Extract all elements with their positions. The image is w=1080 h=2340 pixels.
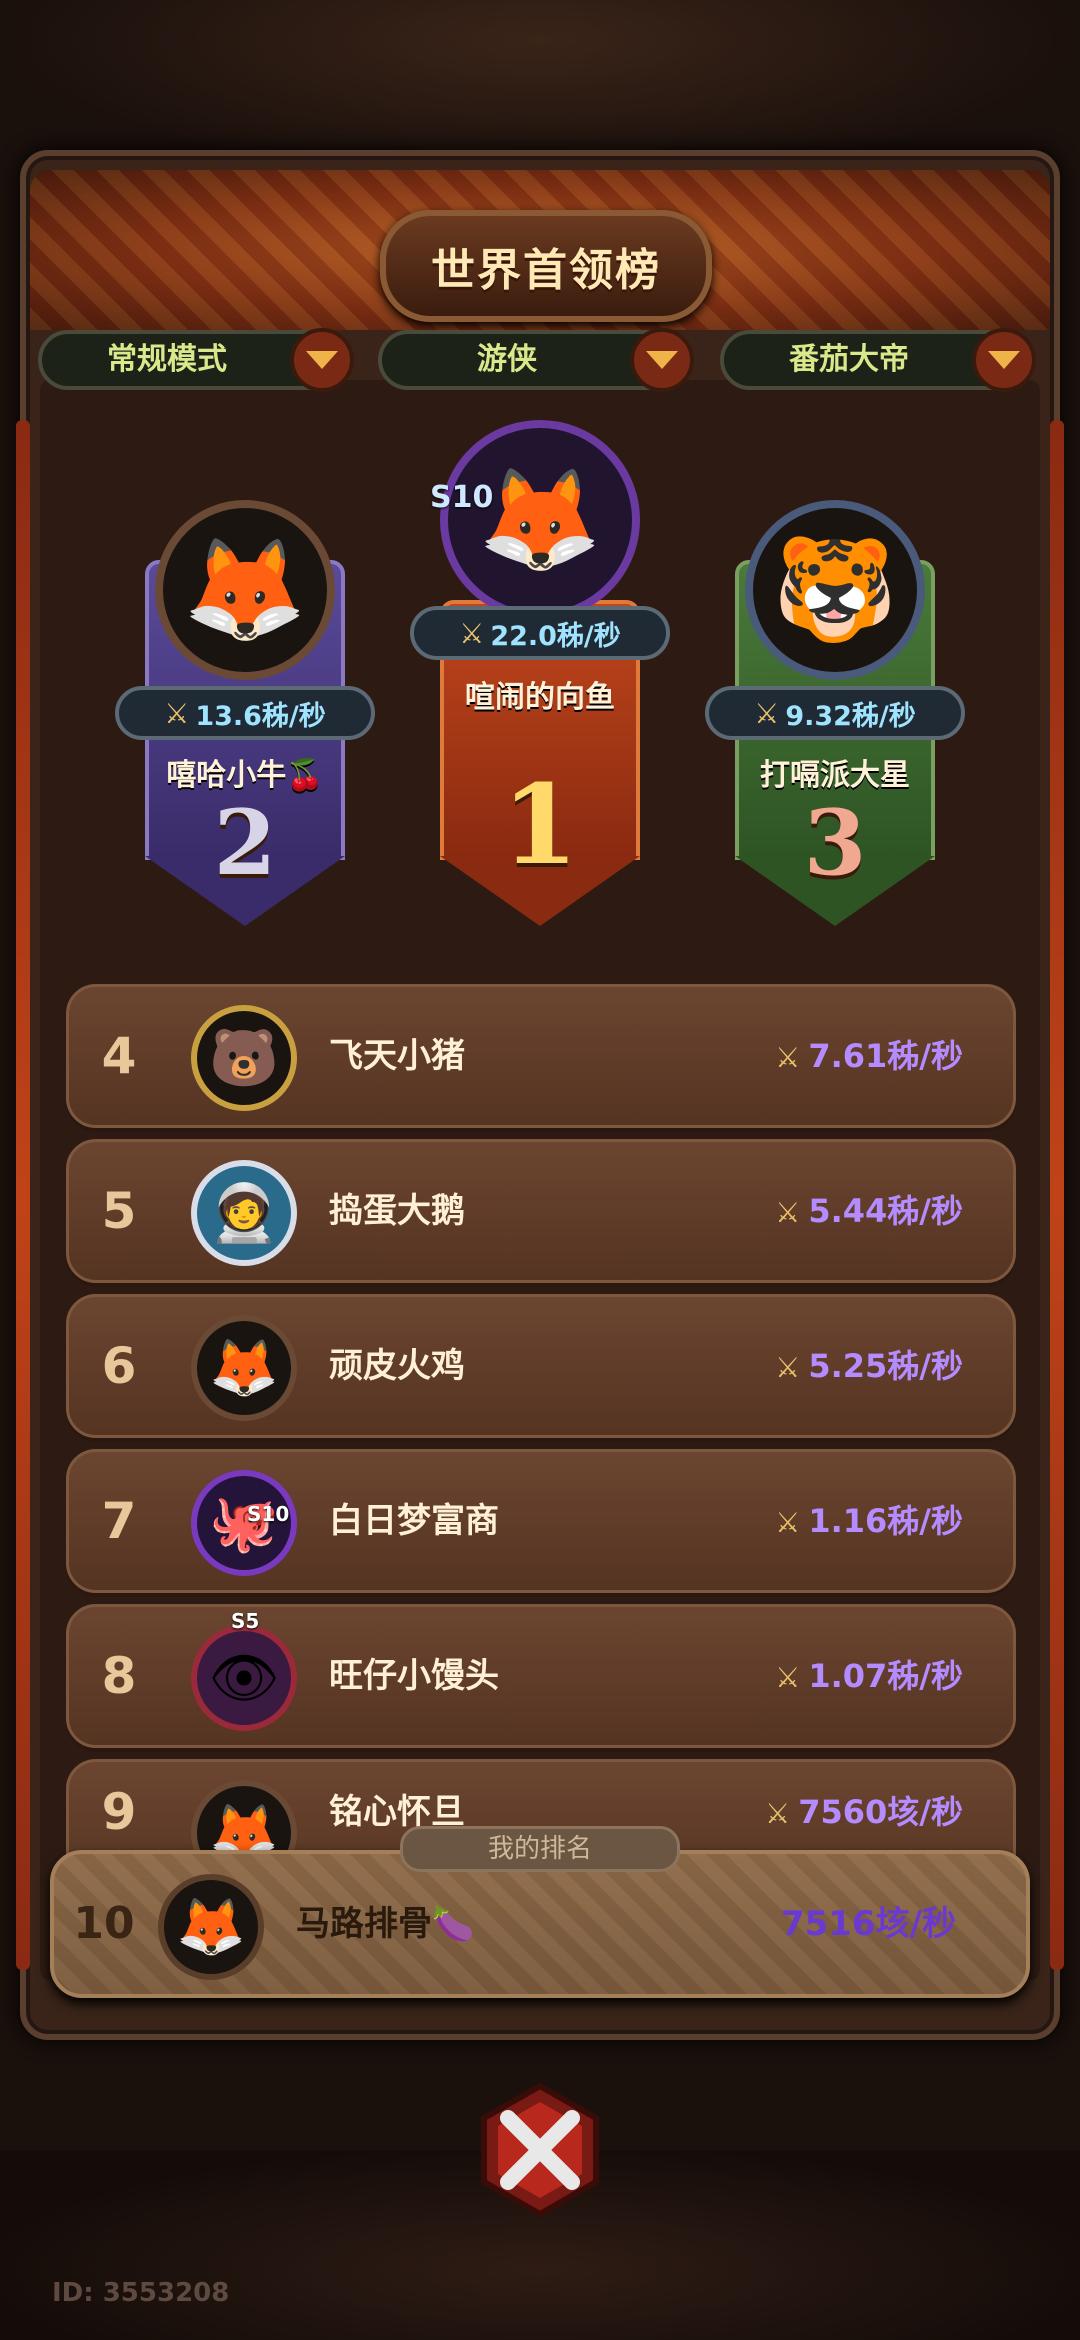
close-button[interactable] (470, 2080, 610, 2220)
row-name: 旺仔小馒头 (329, 1656, 499, 1696)
class-filter-label: 游侠 (477, 342, 537, 377)
row-score: 7.61秭/秒 (808, 1037, 963, 1075)
podium-name: 打嗝派大星 (760, 758, 910, 793)
bear-avatar-icon: 🐻 (209, 1026, 279, 1091)
row-rank: 5 (101, 1182, 137, 1240)
season-badge: S10 (430, 480, 494, 515)
podium-rank: 2 (213, 790, 277, 896)
season-badge: S5 (231, 1609, 260, 1633)
mode-filter-label: 常规模式 (107, 342, 227, 377)
swords-icon: ⚔ (775, 1661, 801, 1694)
row-name: 顽皮火鸡 (329, 1346, 465, 1386)
boss-filter-label: 番茄大帝 (789, 342, 909, 377)
page-title: 世界首领榜 (431, 245, 661, 296)
row-name: 飞天小猪 (329, 1036, 465, 1076)
podium-rank: 1 (501, 760, 579, 889)
user-id: ID: 3553208 (52, 2278, 230, 2308)
my-name: 马路排骨🍆 (296, 1904, 475, 1944)
row-score-wrap: ⚔ 5.25秭/秒 (775, 1297, 963, 1437)
score-pill: ⚔ 22.0秭/秒 (410, 606, 670, 660)
swords-icon: ⚔ (775, 1041, 801, 1074)
my-rank-row[interactable]: 10 🦊 马路排骨🍆 7516垓/秒 (50, 1850, 1030, 1998)
chevron-down-icon[interactable] (290, 328, 354, 392)
table-row[interactable]: 5 🧑‍🚀 捣蛋大鹅 ⚔ 5.44秭/秒 (66, 1139, 1016, 1283)
swords-icon: ⚔ (459, 616, 485, 650)
season-badge: S10 (247, 1502, 290, 1526)
row-score: 1.16秭/秒 (808, 1502, 963, 1540)
table-row[interactable]: 6 🦊 顽皮火鸡 ⚔ 5.25秭/秒 (66, 1294, 1016, 1438)
table-row[interactable]: 8 👁 S5 旺仔小馒头 ⚔ 1.07秭/秒 (66, 1604, 1016, 1748)
row-rank: 4 (101, 1027, 137, 1085)
row-score-wrap: ⚔ 7560垓/秒 (765, 1762, 963, 1864)
astronaut-avatar-icon: 🧑‍🚀 (209, 1181, 279, 1246)
mode-filter[interactable]: 常规模式 (38, 328, 354, 392)
left-rail (16, 420, 30, 1970)
my-rank: 10 (73, 1898, 135, 1949)
table-row[interactable]: 7 🐙 S10 白日梦富商 ⚔ 1.16秭/秒 (66, 1449, 1016, 1593)
avatar: 🦊 (155, 500, 335, 680)
avatar: 👁 (191, 1625, 297, 1731)
podium-name: 嘻哈小牛🍒 (166, 758, 324, 793)
row-score: 7560垓/秒 (798, 1793, 963, 1831)
swords-icon: ⚔ (164, 696, 190, 730)
swords-icon: ⚔ (765, 1797, 791, 1830)
score-pill: ⚔ 13.6秭/秒 (115, 686, 375, 740)
row-name: 白日梦富商 (329, 1501, 499, 1541)
swords-icon: ⚔ (775, 1506, 801, 1539)
podium-rank: 3 (803, 790, 867, 896)
fox-avatar-icon: 🦊 (477, 461, 603, 578)
row-score: 5.25秭/秒 (808, 1347, 963, 1385)
podium-name: 喧闹的向鱼 (465, 680, 615, 715)
swords-icon: ⚔ (754, 696, 780, 730)
row-score-wrap: ⚔ 1.07秭/秒 (775, 1607, 963, 1747)
boss-filter[interactable]: 番茄大帝 (720, 328, 1036, 392)
fox-avatar-icon: 🦊 (209, 1336, 279, 1401)
row-rank: 8 (101, 1647, 137, 1705)
row-rank: 6 (101, 1337, 137, 1395)
podium-score: 13.6秭/秒 (195, 700, 326, 732)
avatar: 🧑‍🚀 (191, 1160, 297, 1266)
table-row[interactable]: 4 🐻 飞天小猪 ⚔ 7.61秭/秒 (66, 984, 1016, 1128)
row-rank: 7 (101, 1492, 137, 1550)
swords-icon: ⚔ (775, 1196, 801, 1229)
chevron-down-icon[interactable] (972, 328, 1036, 392)
row-name: 捣蛋大鹅 (329, 1191, 465, 1231)
right-rail (1050, 420, 1064, 1970)
row-score-wrap: ⚔ 5.44秭/秒 (775, 1142, 963, 1282)
row-score: 1.07秭/秒 (808, 1657, 963, 1695)
close-icon (481, 2082, 599, 2218)
row-rank: 9 (101, 1783, 137, 1841)
podium-score: 22.0秭/秒 (490, 620, 621, 652)
podium-score: 9.32秭/秒 (785, 700, 916, 732)
chevron-down-icon[interactable] (630, 328, 694, 392)
class-filter[interactable]: 游侠 (378, 328, 694, 392)
avatar: 🐻 (191, 1005, 297, 1111)
row-score-wrap: ⚔ 1.16秭/秒 (775, 1452, 963, 1592)
eye-avatar-icon: 👁 (208, 1646, 280, 1711)
score-pill: ⚔ 9.32秭/秒 (705, 686, 965, 740)
tiger-avatar-icon: 🐯 (772, 531, 898, 648)
fox-avatar-icon: 🦊 (182, 531, 308, 648)
row-score: 5.44秭/秒 (808, 1192, 963, 1230)
my-rank-tag: 我的排名 (400, 1826, 680, 1872)
avatar: 🦊 (440, 420, 640, 620)
avatar: 🦊 (158, 1874, 264, 1980)
swords-icon: ⚔ (775, 1351, 801, 1384)
fox-avatar-icon: 🦊 (176, 1895, 246, 1960)
my-score: 7516垓/秒 (780, 1904, 956, 1944)
title-plaque: 世界首领榜 (380, 210, 712, 322)
avatar: 🐯 (745, 500, 925, 680)
row-score-wrap: ⚔ 7.61秭/秒 (775, 987, 963, 1127)
avatar: 🦊 (191, 1315, 297, 1421)
